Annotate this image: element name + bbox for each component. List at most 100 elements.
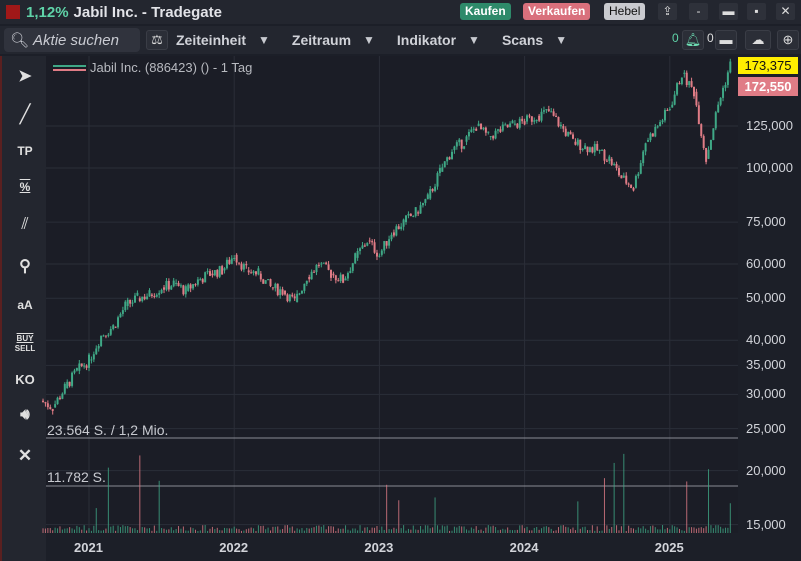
- candle: [671, 104, 674, 108]
- volume-bar: [412, 525, 414, 533]
- candle: [506, 124, 509, 128]
- buy-button[interactable]: Kaufen: [460, 3, 511, 20]
- candle: [678, 83, 681, 85]
- candle: [58, 397, 61, 399]
- candle: [54, 404, 57, 408]
- candle: [620, 175, 623, 179]
- candle: [247, 270, 250, 273]
- buy-sell-tool[interactable]: BUY SELL: [10, 334, 40, 354]
- sell-button[interactable]: Verkaufen: [523, 3, 591, 20]
- bell-icon[interactable]: 🔔︎: [682, 30, 704, 50]
- candle: [424, 199, 427, 203]
- volume-bar: [88, 528, 90, 533]
- candle: [421, 202, 424, 206]
- volume-bar: [149, 528, 150, 533]
- volume-bar: [676, 527, 678, 533]
- close-icon[interactable]: ✕: [10, 446, 40, 466]
- volume-bar: [320, 526, 322, 533]
- close-button[interactable]: ✕: [776, 3, 795, 20]
- tp-tool[interactable]: TP: [10, 144, 40, 158]
- volume-bar: [376, 526, 378, 533]
- candle: [576, 139, 579, 145]
- volume-bar: [90, 530, 92, 533]
- volume-bar: [652, 525, 654, 533]
- candle: [305, 280, 308, 284]
- cursor-crosshair-icon[interactable]: ➤: [10, 66, 40, 86]
- volume-bar: [645, 528, 647, 533]
- volume-bar: [391, 529, 392, 533]
- candle: [654, 126, 657, 137]
- candle: [230, 258, 233, 264]
- volume-bar: [253, 528, 255, 533]
- candle: [501, 124, 504, 131]
- share-icon[interactable]: ⇪: [658, 3, 677, 20]
- candle: [712, 128, 715, 140]
- menu-indicator[interactable]: Indikator ▼: [397, 32, 480, 48]
- volume-bar: [151, 530, 153, 533]
- volume-bar: [601, 530, 603, 533]
- candle: [223, 268, 226, 271]
- candle: [603, 149, 606, 161]
- volume-bar: [720, 526, 722, 533]
- price-chart[interactable]: [0, 0, 801, 561]
- volume-bar: [194, 529, 196, 533]
- add-icon[interactable]: ⊕: [777, 30, 799, 50]
- candle: [163, 287, 166, 290]
- volume-bar: [139, 455, 141, 533]
- ko-tool[interactable]: KO: [10, 372, 40, 387]
- volume-bar: [473, 528, 475, 533]
- volume-bar: [620, 526, 622, 533]
- candle: [482, 127, 485, 130]
- search-input[interactable]: 🔍︎ Aktie suchen: [4, 28, 140, 52]
- y-tick-label: 100,000: [746, 160, 793, 175]
- candle: [274, 283, 277, 289]
- detach-button[interactable]: ▪: [747, 3, 766, 20]
- line-tool-icon[interactable]: ╱: [10, 104, 40, 125]
- volume-bar: [526, 526, 528, 533]
- zoom-icon[interactable]: ⚲: [10, 256, 40, 276]
- candle: [647, 140, 650, 142]
- candle: [518, 118, 521, 128]
- candle: [513, 123, 516, 125]
- maximize-button[interactable]: ▬: [719, 3, 738, 20]
- volume-bar: [371, 527, 373, 533]
- volume-bar: [514, 530, 516, 533]
- candle: [124, 301, 127, 311]
- y-tick-label: 60,000: [746, 256, 786, 272]
- candle: [642, 151, 645, 164]
- text-tool[interactable]: aA: [10, 298, 40, 312]
- volume-bar: [528, 530, 530, 533]
- candle: [288, 294, 291, 302]
- volume-bar: [262, 525, 264, 533]
- candle: [494, 130, 497, 139]
- candle: [429, 189, 432, 199]
- volume-bar: [417, 529, 419, 533]
- candle: [610, 158, 613, 165]
- compare-scale-icon[interactable]: ⚖: [146, 30, 168, 50]
- candle: [690, 81, 693, 87]
- sound-icon[interactable]: 🔊︎: [10, 406, 40, 423]
- volume-bar: [436, 525, 438, 533]
- volume-bar: [613, 462, 615, 533]
- minimize-button[interactable]: -: [689, 3, 708, 20]
- parallel-lines-icon[interactable]: ⫽: [10, 216, 40, 234]
- candle: [146, 296, 149, 300]
- volume-bar: [628, 525, 630, 533]
- folder-icon[interactable]: ▬: [715, 30, 737, 50]
- volume-bar: [521, 525, 523, 533]
- volume-bar: [265, 529, 267, 533]
- candle: [187, 284, 190, 291]
- percent-tool[interactable]: %: [10, 180, 40, 194]
- menu-timeframe[interactable]: Zeiteinheit ▼: [176, 32, 270, 48]
- volume-bar: [127, 526, 129, 533]
- candle: [564, 128, 567, 136]
- volume-bar: [158, 480, 160, 533]
- volume-bar: [630, 527, 632, 533]
- cloud-upload-icon[interactable]: ☁: [745, 30, 771, 50]
- menu-period[interactable]: Zeitraum ▼: [292, 32, 375, 48]
- menu-scans[interactable]: Scans ▼: [502, 32, 567, 48]
- volume-bar: [190, 527, 192, 533]
- candle: [177, 282, 180, 287]
- window-title: Jabil Inc. - Tradegate: [73, 3, 222, 21]
- leverage-button[interactable]: Hebel: [604, 3, 646, 20]
